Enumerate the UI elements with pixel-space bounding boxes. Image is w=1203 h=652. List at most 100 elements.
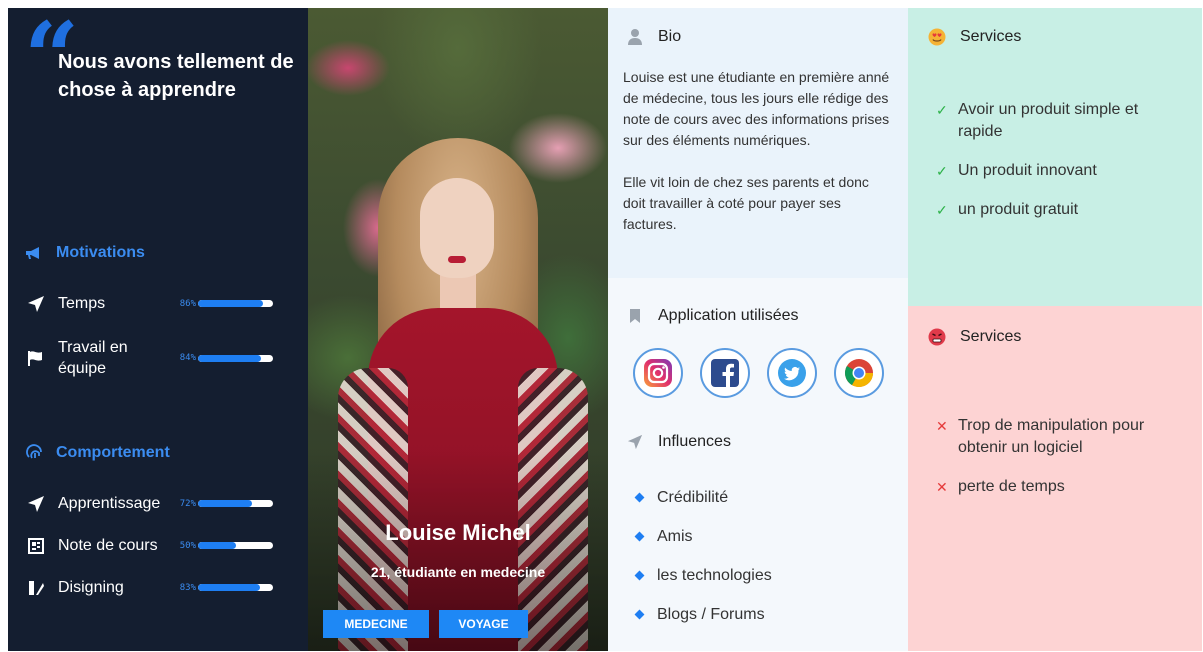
persona-card: “ Nous avons tellement de chose à appren… — [8, 8, 1202, 651]
app-icon-list — [633, 348, 884, 398]
progress-fill — [198, 354, 261, 362]
cross-icon: ✕ — [936, 479, 948, 495]
trait-percent: 72% — [179, 498, 196, 509]
trait-label: Travail en équipe — [58, 339, 128, 377]
diamond-icon — [634, 570, 645, 581]
left-panel: “ Nous avons tellement de chose à appren… — [8, 8, 308, 651]
behavior-title: Comportement — [26, 444, 170, 462]
services-positive-title: Services — [928, 28, 1021, 46]
bio-paragraph: Louise est une étudiante en première ann… — [623, 69, 890, 148]
bio-title-label: Bio — [658, 28, 682, 45]
services-positive-list: ✓ Avoir un produit simple et rapide ✓ Un p… — [936, 99, 1186, 238]
influences-title-label: Influences — [658, 433, 731, 450]
megaphone-icon — [26, 244, 44, 262]
persona-name: Louise Michel — [385, 520, 531, 545]
list-item: les technologies — [634, 556, 772, 595]
user-icon — [626, 28, 644, 46]
influence-label: Crédibilité — [657, 488, 729, 506]
trait-percent: 84% — [179, 353, 196, 363]
trait-percent: 83% — [179, 582, 196, 593]
apps-card: Application utilisées Influences Crédibi… — [608, 278, 908, 651]
instagram-icon[interactable] — [633, 348, 683, 398]
tag-medecine[interactable]: MEDECINE — [323, 610, 429, 638]
service-label: Trop de manipulation pour obtenir un log… — [958, 417, 1145, 456]
list-item: Blogs / Forums — [634, 595, 772, 634]
services-positive-title-label: Services — [960, 28, 1022, 45]
progress-bar — [198, 584, 273, 591]
list-item: Amis — [634, 517, 772, 556]
trait-row: Travail en équipe 84% — [26, 337, 296, 379]
profile-photo: Louise Michel 21, étudiante en medecine … — [308, 8, 608, 651]
bio-card: Bio Louise est une étudiante en première… — [608, 8, 908, 278]
trait-row: Apprentissage 72% — [26, 493, 296, 514]
motivations-title-label: Motivations — [56, 244, 145, 261]
service-label: un produit gratuit — [958, 201, 1079, 218]
diamond-icon — [634, 531, 645, 542]
apps-title-label: Application utilisées — [658, 307, 799, 324]
progress-bar — [198, 354, 273, 362]
trait-row: Disigning 83% — [26, 577, 296, 598]
trait-percent: 86% — [179, 298, 196, 309]
design-icon — [26, 578, 46, 598]
influence-label: les technologies — [657, 566, 772, 584]
list-item: ✓ Avoir un produit simple et rapide — [936, 99, 1186, 143]
list-item: Crédibilité — [634, 478, 772, 517]
chrome-icon[interactable] — [834, 348, 884, 398]
twitter-icon[interactable] — [767, 348, 817, 398]
diamond-icon — [634, 609, 645, 620]
apps-title: Application utilisées — [626, 307, 799, 325]
check-icon: ✓ — [936, 163, 948, 179]
heart-eyes-emoji-icon — [928, 28, 946, 46]
paper-plane-icon — [26, 494, 46, 514]
progress-fill — [198, 300, 263, 307]
list-item: ✓ Un produit innovant — [936, 160, 1186, 182]
angry-emoji-icon — [928, 328, 946, 346]
bio-title: Bio — [626, 28, 681, 46]
progress-bar — [198, 542, 273, 549]
influences-title: Influences — [626, 433, 731, 451]
motivations-title: Motivations — [26, 244, 145, 262]
check-icon: ✓ — [936, 102, 948, 118]
services-negative-title: Services — [928, 328, 1021, 346]
bookmark-icon — [626, 307, 644, 325]
service-label: Un produit innovant — [958, 162, 1097, 179]
paper-plane-icon — [26, 294, 46, 314]
trait-label: Note de cours — [58, 537, 158, 554]
trait-row: Note de cours 50% — [26, 535, 296, 556]
right-column: Services ✓ Avoir un produit simple et rap… — [908, 8, 1202, 651]
trait-percent: 50% — [179, 540, 196, 551]
persona-subtitle: 21, étudiante en medecine — [370, 564, 546, 580]
list-item: ✕ perte de temps — [936, 476, 1186, 498]
headline: Nous avons tellement de chose à apprendr… — [58, 51, 294, 101]
progress-fill — [198, 542, 236, 549]
influence-label: Amis — [657, 527, 693, 545]
services-negative-title-label: Services — [960, 328, 1022, 345]
services-negative-list: ✕ Trop de manipulation pour obtenir un lo… — [936, 415, 1186, 515]
services-positive-card: Services ✓ Avoir un produit simple et rap… — [908, 8, 1202, 306]
service-label: Avoir un produit simple et rapide — [958, 101, 1139, 140]
progress-fill — [198, 500, 252, 507]
notes-icon — [26, 536, 46, 556]
paper-plane-icon — [626, 433, 644, 451]
flag-icon — [26, 348, 46, 368]
services-negative-card: Services ✕ Trop de manipulation pour obte… — [908, 306, 1202, 651]
trait-label: Apprentissage — [58, 495, 161, 512]
progress-fill — [198, 584, 261, 591]
photo-face — [420, 178, 494, 278]
tag-list: MEDECINE VOYAGE — [323, 610, 528, 638]
trait-label: Disigning — [58, 579, 124, 596]
cross-icon: ✕ — [936, 418, 948, 434]
bio-paragraph: Elle vit loin de chez ses parents et don… — [623, 174, 869, 232]
list-item: ✓ un produit gratuit — [936, 199, 1186, 221]
influences-list: Crédibilité Amis les technologies Blogs … — [634, 478, 772, 634]
tag-voyage[interactable]: VOYAGE — [439, 610, 528, 638]
check-icon: ✓ — [936, 202, 948, 218]
trait-label: Temps — [58, 295, 106, 312]
service-label: perte de temps — [958, 478, 1065, 495]
trait-row: Temps 86% — [26, 293, 296, 314]
bio-text: Louise est une étudiante en première ann… — [623, 67, 893, 235]
middle-column: Bio Louise est une étudiante en première… — [608, 8, 908, 651]
facebook-icon[interactable] — [700, 348, 750, 398]
behavior-title-label: Comportement — [56, 444, 170, 461]
photo-lips — [448, 256, 466, 263]
